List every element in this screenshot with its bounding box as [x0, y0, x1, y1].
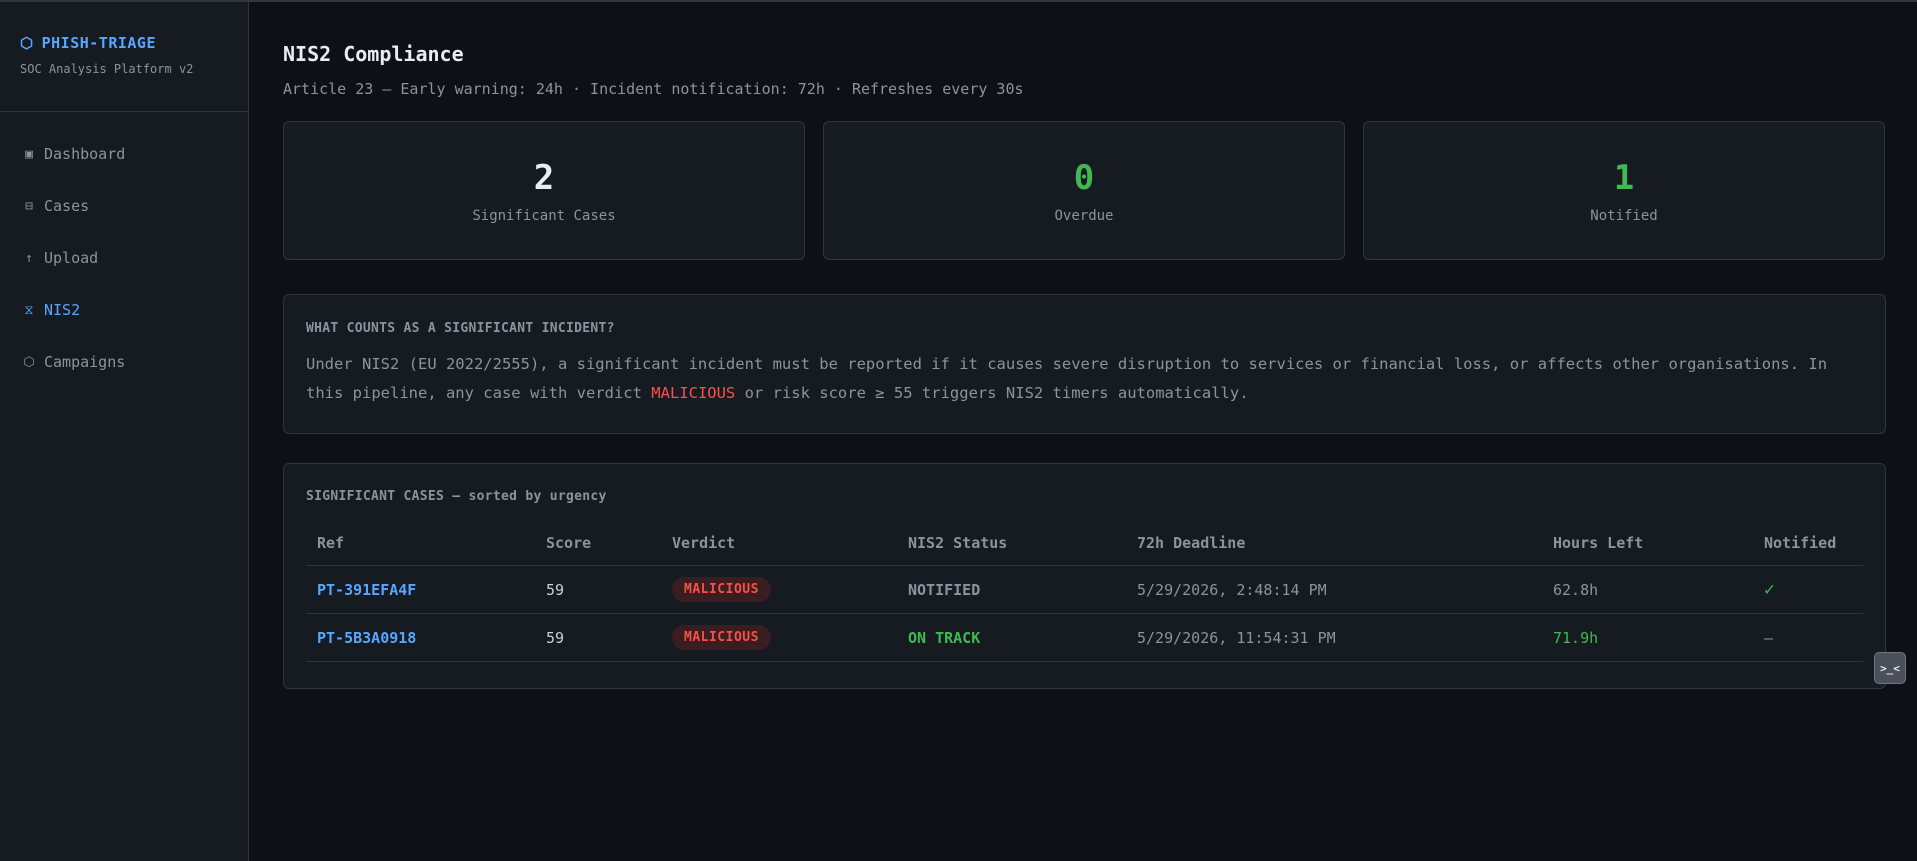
- case-ref-link[interactable]: PT-391EFA4F: [317, 581, 416, 599]
- table-header-row: Ref Score Verdict NIS2 Status 72h Deadli…: [306, 521, 1863, 566]
- stat-label-notified: Notified: [1590, 207, 1658, 224]
- hours-left: 71.9h: [1542, 613, 1753, 662]
- sidebar-item-campaigns[interactable]: ⬡ Campaigns: [0, 336, 248, 388]
- column-header-score[interactable]: Score: [535, 521, 661, 566]
- stat-label-significant: Significant Cases: [472, 207, 616, 224]
- notified-empty: —: [1764, 628, 1774, 647]
- column-header-nis2-status[interactable]: NIS2 Status: [897, 521, 1126, 566]
- hours-left: 62.8h: [1542, 565, 1753, 614]
- sidebar-item-label: Cases: [44, 197, 90, 215]
- sidebar: ⬡ PHISH-TRIAGE SOC Analysis Platform v2 …: [0, 2, 249, 861]
- deadline: 5/29/2026, 2:48:14 PM: [1126, 565, 1542, 614]
- brand-name: PHISH-TRIAGE: [41, 34, 156, 52]
- sidebar-item-nis2[interactable]: ⧖ NIS2: [0, 284, 248, 336]
- nis2-status: ON TRACK: [897, 613, 1126, 662]
- hexagon-outline-icon: ⬡: [23, 354, 35, 370]
- case-ref-link[interactable]: PT-5B3A0918: [317, 629, 416, 647]
- sidebar-item-upload[interactable]: ↑ Upload: [0, 232, 248, 284]
- deadline: 5/29/2026, 11:54:31 PM: [1126, 613, 1542, 662]
- significant-incident-info-panel: WHAT COUNTS AS A SIGNIFICANT INCIDENT? U…: [283, 294, 1886, 434]
- verdict-badge: MALICIOUS: [672, 577, 771, 602]
- column-header-notified[interactable]: Notified: [1753, 521, 1863, 566]
- case-score: 59: [535, 565, 661, 614]
- table-row[interactable]: PT-5B3A0918 59 MALICIOUS ON TRACK 5/29/2…: [306, 613, 1863, 662]
- checkmark-icon: ✓: [1764, 579, 1775, 600]
- stat-card-significant: 2 Significant Cases: [283, 121, 805, 260]
- stat-value-significant: 2: [533, 157, 555, 198]
- brand-title[interactable]: ⬡ PHISH-TRIAGE: [20, 34, 248, 52]
- sidebar-item-label: Campaigns: [44, 353, 126, 371]
- column-header-ref[interactable]: Ref: [306, 521, 535, 566]
- stat-label-overdue: Overdue: [1054, 207, 1114, 224]
- stat-value-notified: 1: [1613, 157, 1635, 198]
- column-header-hours-left[interactable]: Hours Left: [1542, 521, 1753, 566]
- square-icon: ▣: [25, 146, 33, 162]
- terminal-icon: >_<: [1880, 661, 1900, 675]
- upload-arrow-icon: ↑: [25, 250, 33, 266]
- sidebar-item-label: NIS2: [44, 301, 81, 319]
- case-score: 59: [535, 613, 661, 662]
- page-title: NIS2 Compliance: [283, 42, 464, 66]
- cases-table: Ref Score Verdict NIS2 Status 72h Deadli…: [306, 521, 1863, 662]
- brand-subtitle: SOC Analysis Platform v2: [20, 62, 194, 76]
- nis2-status: NOTIFIED: [897, 565, 1126, 614]
- stat-card-notified: 1 Notified: [1363, 121, 1885, 260]
- column-header-deadline[interactable]: 72h Deadline: [1126, 521, 1542, 566]
- sidebar-item-dashboard[interactable]: ▣ Dashboard: [0, 128, 248, 180]
- verdict-badge: MALICIOUS: [672, 625, 771, 650]
- table-row[interactable]: PT-391EFA4F 59 MALICIOUS NOTIFIED 5/29/2…: [306, 565, 1863, 614]
- brand-block: ⬡ PHISH-TRIAGE SOC Analysis Platform v2: [0, 2, 248, 112]
- sidebar-nav: ▣ Dashboard ⊟ Cases ↑ Upload ⧖ NIS2 ⬡ Ca…: [0, 112, 248, 388]
- info-highlight-malicious: MALICIOUS: [651, 384, 736, 402]
- hexagon-icon: ⬡: [20, 34, 34, 52]
- stat-value-overdue: 0: [1073, 157, 1095, 198]
- cases-icon: ⊟: [25, 198, 33, 214]
- stat-card-overdue: 0 Overdue: [823, 121, 1345, 260]
- sidebar-item-label: Upload: [44, 249, 99, 267]
- info-heading: WHAT COUNTS AS A SIGNIFICANT INCIDENT?: [306, 321, 615, 336]
- sidebar-item-cases[interactable]: ⊟ Cases: [0, 180, 248, 232]
- stats-row: 2 Significant Cases 0 Overdue 1 Notified: [283, 121, 1886, 260]
- column-header-verdict[interactable]: Verdict: [661, 521, 897, 566]
- significant-cases-panel: SIGNIFICANT CASES — sorted by urgency Re…: [283, 463, 1886, 689]
- cases-heading: SIGNIFICANT CASES — sorted by urgency: [306, 489, 607, 504]
- terminal-button[interactable]: >_<: [1874, 652, 1906, 684]
- hourglass-icon: ⧖: [24, 302, 34, 318]
- page-subtitle: Article 23 — Early warning: 24h · Incide…: [283, 80, 1024, 98]
- sidebar-item-label: Dashboard: [44, 145, 126, 163]
- info-text-after: or risk score ≥ 55 triggers NIS2 timers …: [735, 384, 1249, 402]
- main-content: NIS2 Compliance Article 23 — Early warni…: [283, 2, 1886, 689]
- info-text: Under NIS2 (EU 2022/2555), a significant…: [306, 350, 1863, 408]
